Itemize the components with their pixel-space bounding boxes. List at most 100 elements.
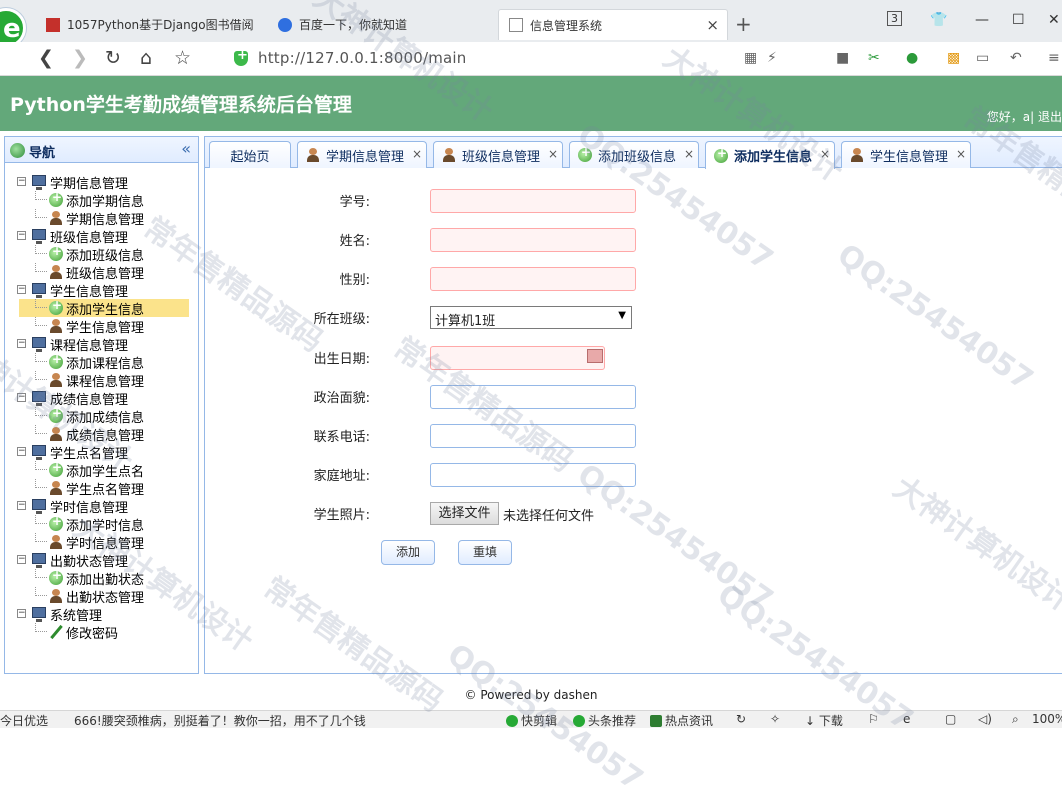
quick-clip-link[interactable]: 快剪辑	[506, 712, 557, 729]
nav-item[interactable]: 添加学生信息	[5, 298, 200, 318]
menu-icon[interactable]: ≡	[1048, 50, 1060, 66]
nav-item[interactable]: 添加学期信息	[5, 190, 200, 210]
phone-input[interactable]	[430, 424, 636, 448]
collapse-icon[interactable]: «	[181, 139, 191, 158]
headline-link[interactable]: 头条推荐	[573, 712, 636, 729]
close-tab-icon[interactable]: ×	[548, 147, 558, 161]
flag-icon[interactable]: ⚐	[868, 712, 879, 726]
close-tab-icon[interactable]: ×	[706, 16, 719, 34]
nav-item[interactable]: 添加班级信息	[5, 244, 200, 264]
nav-item[interactable]: 学期信息管理	[5, 209, 200, 228]
collapse-toggle-icon[interactable]: −	[17, 555, 26, 564]
nav-item[interactable]: 班级信息管理	[5, 263, 200, 282]
nav-item[interactable]: 出勤状态管理	[5, 587, 200, 606]
content-tab[interactable]: 学期信息管理 ×	[297, 141, 427, 168]
shirt-skin-icon[interactable]: 👕	[930, 12, 947, 28]
nav-group[interactable]: − 系统管理	[5, 605, 200, 624]
close-window-icon[interactable]: ✕	[1048, 12, 1060, 28]
collapse-toggle-icon[interactable]: −	[17, 501, 26, 510]
nav-group[interactable]: − 出勤状态管理	[5, 551, 200, 570]
nav-group[interactable]: − 学生信息管理	[5, 281, 200, 300]
extension-icon[interactable]: ■	[836, 50, 849, 66]
nav-group[interactable]: − 课程信息管理	[5, 335, 200, 354]
browser-tab[interactable]: 1057Python基于Django图书借阅	[36, 9, 264, 40]
nav-item[interactable]: 修改密码	[5, 623, 200, 642]
class-select[interactable]: 计算机1班 ▼	[430, 306, 632, 329]
lightning-icon[interactable]: ⚡	[767, 50, 777, 66]
content-tab[interactable]: 班级信息管理 ×	[433, 141, 563, 168]
refresh-status-icon[interactable]: ↻	[736, 712, 746, 726]
browser-tab[interactable]: 百度一下，你就知道	[268, 9, 496, 40]
nav-item[interactable]: 学时信息管理	[5, 533, 200, 552]
user-info-logout[interactable]: 您好，a| 退出	[987, 108, 1062, 125]
close-tab-icon[interactable]: ×	[684, 147, 694, 161]
nav-group[interactable]: − 学时信息管理	[5, 497, 200, 516]
gender-input[interactable]	[430, 267, 636, 291]
forward-icon[interactable]: ❯	[72, 47, 88, 69]
reset-button[interactable]: 重填	[458, 540, 512, 565]
collapse-toggle-icon[interactable]: −	[17, 393, 26, 402]
battery-icon[interactable]: ▭	[976, 50, 989, 66]
nav-group[interactable]: − 成绩信息管理	[5, 389, 200, 408]
content-tab[interactable]: 添加班级信息 ×	[569, 141, 699, 168]
nav-item[interactable]: 添加学时信息	[5, 514, 200, 534]
close-tab-icon[interactable]: ×	[820, 147, 830, 161]
volume-icon[interactable]: ◁)	[978, 712, 992, 726]
home-icon[interactable]: ⌂	[140, 47, 152, 69]
collapse-toggle-icon[interactable]: −	[17, 177, 26, 186]
politics-input[interactable]	[430, 385, 636, 409]
nav-item[interactable]: 添加成绩信息	[5, 406, 200, 426]
new-tab-icon[interactable]: +	[735, 12, 752, 36]
nav-item[interactable]: 学生点名管理	[5, 479, 200, 498]
close-tab-icon[interactable]: ×	[956, 147, 966, 161]
zoom-level[interactable]: 100%	[1032, 712, 1062, 726]
nav-item[interactable]: 添加课程信息	[5, 352, 200, 372]
collapse-toggle-icon[interactable]: −	[17, 447, 26, 456]
today-picks-link[interactable]: 今日优选	[0, 712, 48, 729]
birthday-input[interactable]	[430, 346, 605, 370]
translate-icon[interactable]: ●	[906, 50, 918, 66]
collapse-toggle-icon[interactable]: −	[17, 609, 26, 618]
calendar-icon[interactable]	[587, 349, 603, 363]
news-ticker[interactable]: 666!腰突颈椎病，别挺着了！教你一招，用不了几个钱	[74, 712, 366, 729]
content-tab[interactable]: 学生信息管理 ×	[841, 141, 971, 168]
apps-grid-icon[interactable]: ▩	[947, 50, 960, 66]
bookmark-star-icon[interactable]: ☆	[174, 47, 191, 69]
nav-item[interactable]: 学生信息管理	[5, 317, 200, 336]
close-tab-icon[interactable]: ×	[412, 147, 422, 161]
clipboard-icon[interactable]: ▢	[945, 712, 956, 726]
nav-group[interactable]: − 班级信息管理	[5, 227, 200, 246]
nav-group[interactable]: − 学期信息管理	[5, 173, 200, 192]
zoom-icon[interactable]: ⌕	[1012, 712, 1019, 727]
content-tab-active[interactable]: 添加学生信息 ×	[705, 141, 835, 169]
nav-item[interactable]: 添加学生点名	[5, 460, 200, 480]
collapse-toggle-icon[interactable]: −	[17, 285, 26, 294]
tools-icon[interactable]: ✧	[770, 712, 780, 726]
address-input[interactable]	[430, 463, 636, 487]
download-link[interactable]: ↓ 下载	[805, 712, 843, 729]
content-tab[interactable]: 起始页	[209, 141, 291, 168]
nav-group[interactable]: − 学生点名管理	[5, 443, 200, 462]
ie-icon[interactable]: e	[903, 712, 910, 726]
undo-icon[interactable]: ↶	[1010, 50, 1022, 66]
reload-icon[interactable]: ↻	[105, 47, 121, 69]
collapse-toggle-icon[interactable]: −	[17, 231, 26, 240]
url-field[interactable]: http://127.0.0.1:8000/main	[258, 49, 466, 67]
user-icon	[49, 265, 63, 279]
name-input[interactable]	[430, 228, 636, 252]
student-no-input[interactable]	[430, 189, 636, 213]
maximize-icon[interactable]: ☐	[1012, 12, 1025, 28]
nav-item[interactable]: 课程信息管理	[5, 371, 200, 390]
scissors-icon[interactable]: ✂	[868, 50, 880, 66]
tab-counter[interactable]: 3	[887, 11, 902, 26]
qr-code-icon[interactable]: ▦	[744, 50, 757, 66]
back-icon[interactable]: ❮	[38, 47, 54, 69]
minimize-icon[interactable]: —	[975, 12, 989, 28]
hot-news-link[interactable]: 热点资讯	[650, 712, 713, 729]
browser-tab-active[interactable]: 信息管理系统 ×	[498, 9, 728, 40]
add-button[interactable]: 添加	[381, 540, 435, 565]
choose-file-button[interactable]: 选择文件	[430, 502, 499, 525]
nav-item[interactable]: 成绩信息管理	[5, 425, 200, 444]
collapse-toggle-icon[interactable]: −	[17, 339, 26, 348]
nav-item[interactable]: 添加出勤状态	[5, 568, 200, 588]
